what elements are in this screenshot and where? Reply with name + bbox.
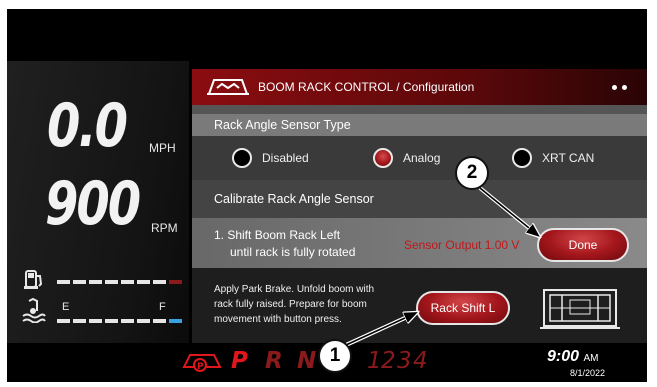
callout-1: 1 xyxy=(318,339,352,373)
callout-1-arrow xyxy=(345,312,418,346)
callout-2-arrow xyxy=(479,187,540,237)
callout-arrows xyxy=(345,186,657,347)
callout-2: 2 xyxy=(455,156,489,190)
